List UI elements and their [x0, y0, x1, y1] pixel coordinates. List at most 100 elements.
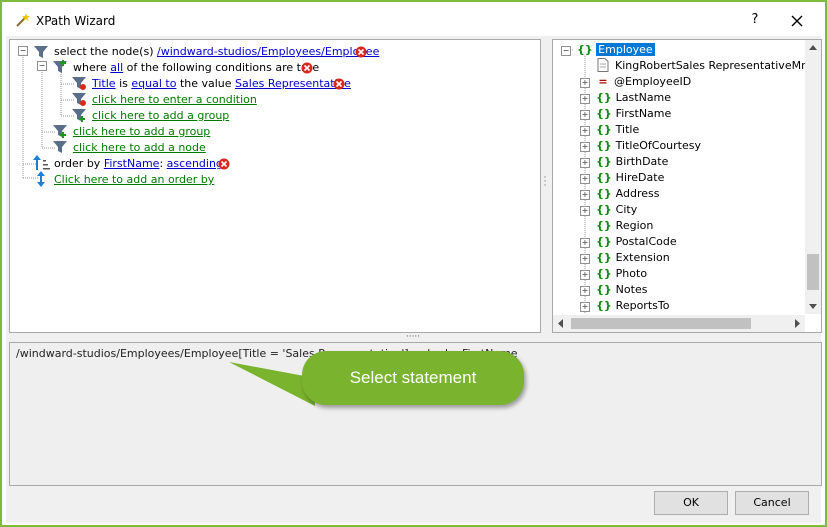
where-row: where all of the following conditions ar…	[73, 60, 319, 76]
schema-item-label: City	[615, 203, 638, 216]
expand-toggle[interactable]: +	[580, 126, 590, 136]
add-order-link[interactable]: Click here to add an order by	[54, 173, 214, 186]
schema-item[interactable]: {} Address	[596, 186, 659, 202]
delete-icon[interactable]	[355, 46, 367, 58]
condition-operator-link[interactable]: equal to	[131, 77, 176, 90]
schema-item-label: BirthDate	[615, 155, 669, 168]
filter-icon	[34, 46, 48, 58]
select-row: select the node(s) /windward-studios/Emp…	[54, 44, 379, 60]
schema-item[interactable]: {} FirstName	[596, 106, 671, 122]
magic-wand-icon	[16, 13, 30, 27]
element-icon: {}	[596, 139, 612, 152]
expand-toggle[interactable]: +	[580, 254, 590, 264]
schema-item[interactable]: {} Title	[596, 122, 639, 138]
element-icon: {}	[596, 155, 612, 168]
expand-toggle[interactable]: +	[580, 238, 590, 248]
add-order-row: Click here to add an order by	[54, 172, 214, 188]
schema-item[interactable]: {} HireDate	[596, 170, 664, 186]
where-prefix: where	[73, 61, 107, 74]
close-icon[interactable]	[786, 10, 808, 32]
schema-item-label: TitleOfCourtesy	[615, 139, 702, 152]
delete-icon[interactable]	[218, 158, 230, 170]
element-icon: {}	[577, 43, 593, 56]
add-group-inner-row: click here to add a group	[92, 108, 229, 124]
condition-icon	[72, 77, 86, 90]
schema-item[interactable]: {} Region	[596, 218, 653, 234]
delete-icon[interactable]	[333, 78, 345, 90]
cancel-button[interactable]: Cancel	[735, 491, 809, 515]
help-button[interactable]: ?	[745, 10, 765, 30]
query-tree-pane[interactable]: − select the node(s) /windward-studios/E…	[9, 39, 541, 333]
schema-tree-pane[interactable]: − {} Employee KingRobertSales Representa…	[552, 39, 822, 333]
expand-toggle[interactable]: +	[580, 286, 590, 296]
vertical-splitter[interactable]: · · ·	[542, 174, 548, 191]
where-suffix: of the following conditions are true	[126, 61, 320, 74]
condition-value-prefix: the value	[179, 77, 232, 90]
delete-icon[interactable]	[301, 62, 313, 74]
schema-item[interactable]: {} BirthDate	[596, 154, 668, 170]
vertical-scrollbar[interactable]	[805, 40, 821, 314]
element-icon: {}	[596, 283, 612, 296]
schema-item-label: Photo	[615, 267, 648, 280]
element-icon: {}	[596, 187, 612, 200]
schema-item-label: LastName	[615, 91, 672, 104]
add-node-link[interactable]: click here to add a node	[73, 141, 206, 154]
condition-is: is	[119, 77, 128, 90]
schema-item-label: @EmployeeID	[614, 75, 692, 88]
expand-toggle[interactable]: +	[580, 174, 590, 184]
element-icon: {}	[596, 203, 612, 216]
select-path-link[interactable]: /windward-studios/Employees/Employee	[157, 45, 379, 58]
order-row: order by FirstName: ascending	[54, 156, 223, 172]
schema-item[interactable]: = @EmployeeID	[596, 74, 691, 90]
expand-toggle[interactable]: +	[580, 270, 590, 280]
expand-toggle[interactable]: +	[580, 158, 590, 168]
add-group-inner-link[interactable]: click here to add a group	[92, 109, 229, 122]
schema-root-row[interactable]: {} Employee	[577, 42, 655, 58]
schema-item-label: HireDate	[615, 171, 665, 184]
select-statement-callout: Select statement	[302, 351, 524, 405]
schema-item-label: Region	[615, 219, 654, 232]
updown-arrow-icon	[37, 171, 45, 187]
callout-text: Select statement	[349, 368, 477, 387]
schema-item[interactable]: {} LastName	[596, 90, 671, 106]
xpath-wizard-window: XPath Wizard ? − select the node(s) /win…	[2, 2, 825, 525]
schema-item[interactable]: {} City	[596, 202, 637, 218]
expand-toggle[interactable]: +	[580, 142, 590, 152]
condition-row: Title is equal to the value Sales Repres…	[92, 76, 351, 92]
expand-toggle[interactable]: +	[580, 206, 590, 216]
schema-item[interactable]: {} Photo	[596, 266, 647, 282]
schema-item[interactable]: {} ReportsTo	[596, 298, 669, 314]
schema-item-label: Title	[615, 123, 640, 136]
collapse-toggle[interactable]: −	[18, 46, 28, 56]
schema-item[interactable]: {} Extension	[596, 250, 670, 266]
add-group-outer-link[interactable]: click here to add a group	[73, 125, 210, 138]
horizontal-splitter[interactable]: ·····	[401, 333, 425, 342]
add-condition-link[interactable]: click here to enter a condition	[92, 93, 257, 106]
add-node-icon	[53, 141, 67, 153]
element-icon: {}	[596, 123, 612, 136]
expand-toggle[interactable]: +	[580, 94, 590, 104]
element-icon: {}	[596, 251, 612, 264]
ok-button[interactable]: OK	[654, 491, 728, 515]
order-field-link[interactable]: FirstName	[104, 157, 160, 170]
add-group-icon	[72, 109, 86, 122]
expand-toggle[interactable]: +	[580, 190, 590, 200]
schema-item[interactable]: {} Notes	[596, 282, 647, 298]
condition-field-link[interactable]: Title	[92, 77, 116, 90]
schema-item-label: Address	[615, 187, 660, 200]
expand-toggle[interactable]: +	[580, 110, 590, 120]
element-icon: {}	[596, 91, 612, 104]
schema-item-label: Extension	[615, 251, 670, 264]
expand-toggle[interactable]: +	[580, 78, 590, 88]
add-condition-row: click here to enter a condition	[92, 92, 257, 108]
where-quantifier-link[interactable]: all	[110, 61, 123, 74]
horizontal-scrollbar[interactable]	[553, 315, 805, 332]
order-direction-link[interactable]: ascending	[167, 157, 223, 170]
schema-root-label[interactable]: Employee	[596, 43, 655, 56]
collapse-toggle[interactable]: −	[37, 61, 47, 71]
expand-toggle[interactable]: +	[580, 302, 590, 312]
schema-item[interactable]: {} TitleOfCourtesy	[596, 138, 701, 154]
schema-item[interactable]: {} PostalCode	[596, 234, 677, 250]
collapse-toggle[interactable]: −	[561, 46, 571, 56]
schema-preview: KingRobertSales RepresentativeMr.196	[615, 59, 822, 72]
